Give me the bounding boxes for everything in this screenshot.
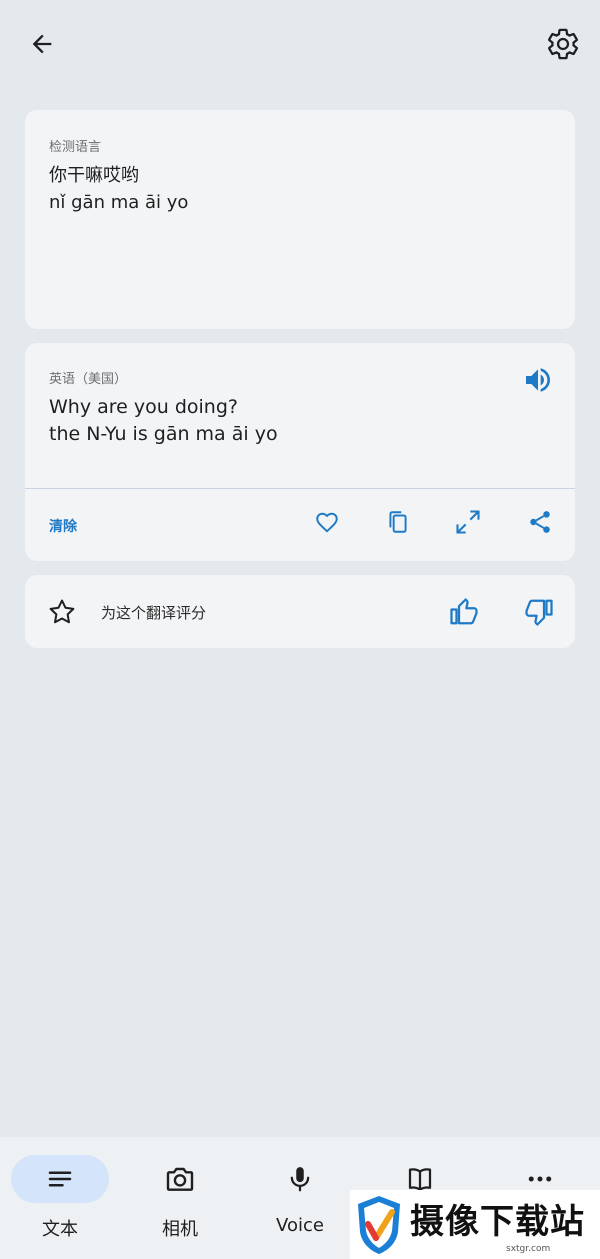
translation-card: 英语（美国） Why are you doing? the N-Yu is gā…	[25, 343, 575, 561]
source-text[interactable]: 你干嘛哎哟	[49, 162, 139, 189]
source-romanization: nǐ gān ma āi yo	[49, 192, 189, 213]
settings-button[interactable]	[541, 22, 585, 66]
nav-item-camera[interactable]: 相机	[120, 1137, 240, 1259]
back-button[interactable]	[22, 24, 62, 64]
nav-label-camera: 相机	[162, 1219, 198, 1240]
copy-button[interactable]	[382, 506, 414, 538]
copy-icon	[389, 511, 407, 533]
share-button[interactable]	[524, 506, 556, 538]
watermark: 摄像下载站 sxtgr.com	[350, 1190, 600, 1259]
expand-icon	[456, 510, 480, 534]
thumbs-up-icon	[450, 598, 478, 625]
divider	[25, 488, 575, 489]
translation-romanization: the N-Yu is gān ma āi yo	[49, 423, 278, 445]
nav-label-voice: Voice	[276, 1215, 324, 1236]
thumbs-down-button[interactable]	[521, 594, 557, 630]
top-app-bar	[0, 0, 600, 86]
star-icon	[49, 599, 75, 624]
source-card: 检测语言 你干嘛哎哟 nǐ gān ma āi yo	[25, 110, 575, 329]
speaker-icon	[526, 368, 550, 392]
target-language-label[interactable]: 英语（美国）	[49, 368, 127, 387]
heart-icon	[316, 512, 338, 533]
arrow-back-icon	[32, 34, 52, 54]
translation-text: Why are you doing?	[49, 396, 238, 418]
watermark-logo-icon	[358, 1196, 400, 1254]
rating-card: 为这个翻译评分	[25, 575, 575, 648]
microphone-icon	[240, 1159, 360, 1199]
watermark-text: 摄像下载站	[410, 1202, 585, 1242]
nav-item-voice[interactable]: Voice	[240, 1137, 360, 1259]
listen-button[interactable]	[520, 362, 556, 398]
clear-button[interactable]: 清除	[49, 516, 77, 536]
nav-item-text[interactable]: 文本	[0, 1137, 120, 1259]
rate-button[interactable]	[45, 595, 79, 629]
text-lines-icon	[0, 1159, 120, 1199]
source-language-label[interactable]: 检测语言	[49, 136, 101, 155]
nav-label-text: 文本	[42, 1219, 78, 1240]
thumbs-down-icon	[525, 599, 553, 626]
thumbs-up-button[interactable]	[446, 594, 482, 630]
camera-icon	[120, 1159, 240, 1199]
favorite-button[interactable]	[311, 506, 343, 538]
gear-icon	[548, 28, 578, 60]
share-icon	[530, 511, 550, 533]
fullscreen-button[interactable]	[452, 506, 484, 538]
watermark-url: sxtgr.com	[506, 1244, 551, 1254]
rate-translation-label: 为这个翻译评分	[101, 604, 207, 622]
